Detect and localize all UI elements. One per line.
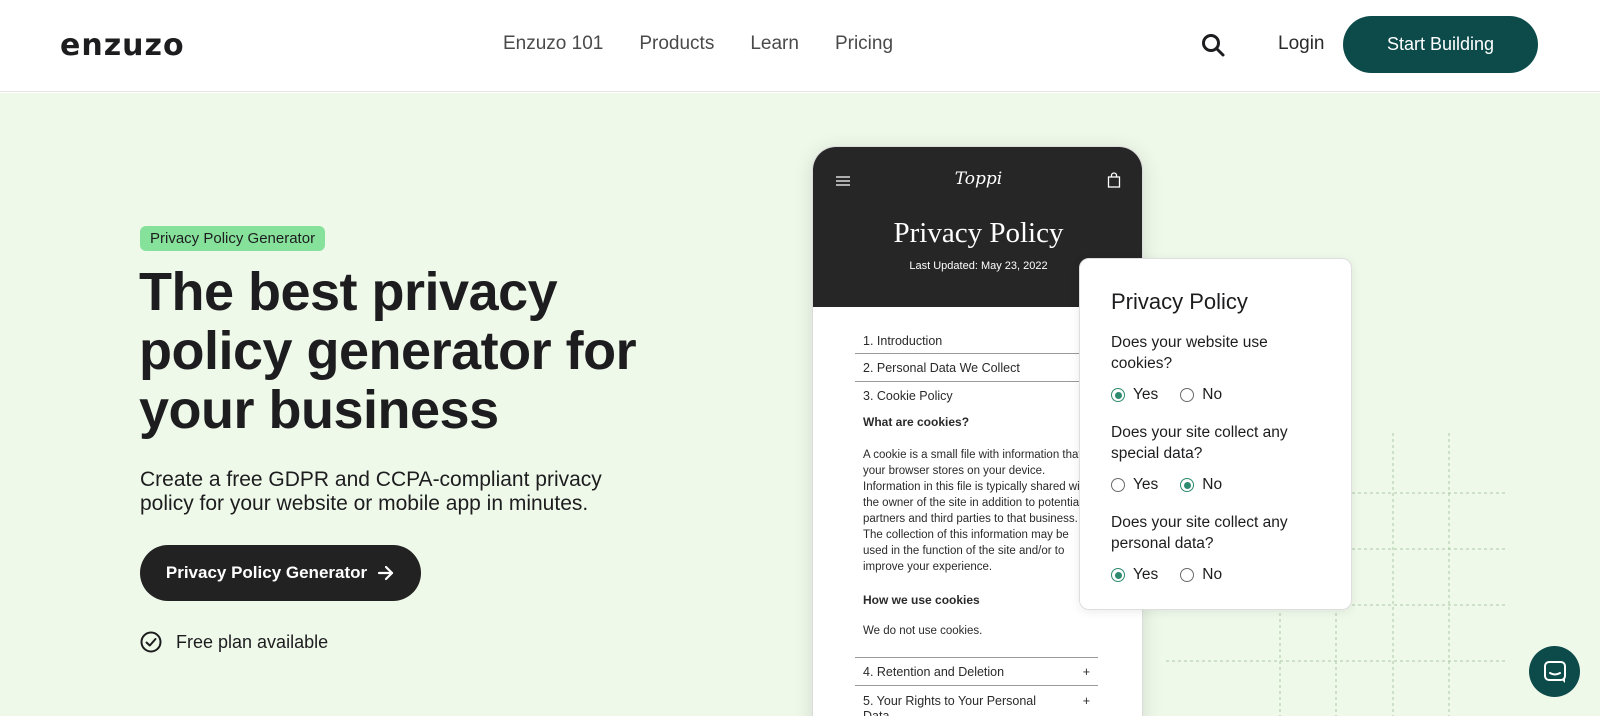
- nav-products[interactable]: Products: [639, 33, 714, 55]
- form-title: Privacy Policy: [1111, 289, 1248, 314]
- main-nav: Enzuzo 101 Products Learn Pricing: [503, 33, 893, 55]
- option-yes[interactable]: Yes: [1111, 476, 1158, 494]
- option-no[interactable]: No: [1180, 476, 1222, 494]
- login-link[interactable]: Login: [1278, 33, 1325, 55]
- options-cookies: Yes No: [1111, 386, 1222, 404]
- privacy-form-card: Privacy Policy Does your website use coo…: [1079, 258, 1352, 610]
- toc-item[interactable]: 5. Your Rights to Your Personal Data +: [855, 686, 1098, 716]
- arrow-right-icon: [378, 565, 394, 581]
- option-no[interactable]: No: [1180, 566, 1222, 584]
- hero-section: Privacy Policy Generator The best privac…: [0, 93, 1600, 716]
- site-header: enzuzo Enzuzo 101 Products Learn Pricing…: [0, 0, 1600, 92]
- plus-icon: +: [1082, 664, 1090, 679]
- question-special-data: Does your site collect any special data?: [1111, 424, 1288, 462]
- question-cookies: Does your website use cookies?: [1111, 334, 1268, 372]
- radio-selected[interactable]: [1111, 388, 1125, 402]
- radio-unselected[interactable]: [1180, 568, 1195, 582]
- option-yes[interactable]: Yes: [1111, 566, 1158, 584]
- nav-pricing[interactable]: Pricing: [835, 33, 893, 55]
- chat-icon[interactable]: [1529, 646, 1580, 697]
- toc-item[interactable]: 4. Retention and Deletion +: [855, 658, 1098, 686]
- start-building-button[interactable]: Start Building: [1343, 16, 1538, 73]
- hero-title: The best privacy policy generator for yo…: [139, 262, 637, 440]
- option-yes[interactable]: Yes: [1111, 386, 1158, 404]
- radio-selected[interactable]: [1111, 568, 1125, 582]
- toc-item[interactable]: 3. Cookie Policy: [855, 382, 1098, 410]
- search-icon[interactable]: [1200, 32, 1228, 60]
- product-badge: Privacy Policy Generator: [140, 226, 326, 251]
- how-cookies-body: We do not use cookies.: [863, 625, 983, 637]
- button-label: Privacy Policy Generator: [165, 563, 368, 582]
- plus-icon: +: [1082, 694, 1090, 708]
- what-cookies-body: A cookie is a small file with informatio…: [863, 449, 1090, 573]
- free-plan-text: Free plan available: [176, 631, 329, 652]
- phone-brand: Toppi: [954, 169, 1003, 189]
- hero-subtitle: Create a free GDPR and CCPA-compliant pr…: [140, 468, 602, 515]
- toc-item[interactable]: 1. Introduction: [855, 328, 1098, 354]
- what-cookies-heading: What are cookies?: [863, 415, 970, 429]
- options-special-data: Yes No: [1111, 476, 1222, 494]
- how-cookies-heading: How we use cookies: [863, 593, 980, 607]
- radio-unselected[interactable]: [1180, 388, 1195, 402]
- radio-selected[interactable]: [1180, 478, 1195, 492]
- phone-toc-bottom: 4. Retention and Deletion + 5. Your Righ…: [855, 657, 1098, 716]
- nav-learn[interactable]: Learn: [750, 33, 799, 55]
- free-plan-note: Free plan available: [140, 631, 328, 653]
- options-personal-data: Yes No: [1111, 566, 1222, 584]
- radio-unselected[interactable]: [1111, 478, 1125, 492]
- phone-title: Privacy Policy: [893, 217, 1064, 249]
- shopping-bag-icon: [1107, 172, 1121, 188]
- privacy-policy-generator-button[interactable]: Privacy Policy Generator: [140, 545, 421, 601]
- logo[interactable]: enzuzo: [60, 28, 185, 63]
- question-personal-data: Does your site collect any personal data…: [1111, 514, 1288, 552]
- option-no[interactable]: No: [1180, 386, 1222, 404]
- phone-toc: 1. Introduction 2. Personal Data We Coll…: [855, 328, 1098, 410]
- check-circle-icon: [140, 631, 162, 653]
- toc-item[interactable]: 2. Personal Data We Collect: [855, 354, 1098, 382]
- nav-enzuzo-101[interactable]: Enzuzo 101: [503, 33, 603, 55]
